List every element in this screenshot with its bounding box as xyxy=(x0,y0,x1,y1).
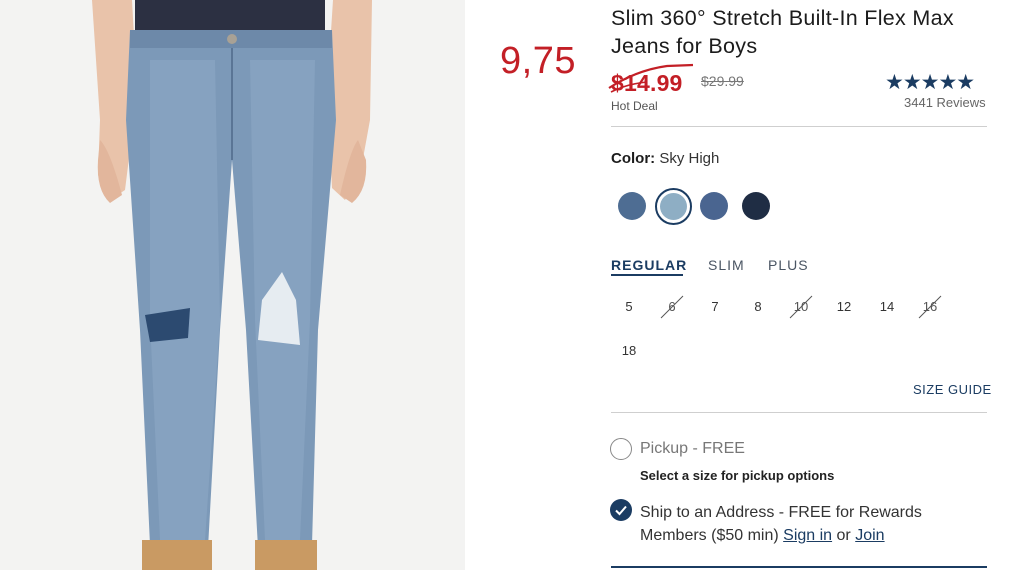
size-option[interactable]: 14 xyxy=(869,292,905,322)
swatch-mid-blue[interactable] xyxy=(700,192,728,220)
pickup-label[interactable]: Pickup - FREE xyxy=(640,440,745,458)
product-title: Slim 360° Stretch Built-In Flex Max Jean… xyxy=(611,6,954,58)
size-option[interactable]: 12 xyxy=(826,292,862,322)
price-row: $14.99 $29.99 xyxy=(608,63,744,97)
reviews-link[interactable]: 3441 Reviews xyxy=(904,95,986,110)
ship-to-address-option[interactable]: Ship to an Address - FREE for Rewards Me… xyxy=(640,501,980,547)
tab-slim[interactable]: SLIM xyxy=(708,257,745,273)
handwritten-price-note: 9,75 xyxy=(500,40,576,82)
color-label: Color: Sky High xyxy=(611,150,720,167)
divider xyxy=(611,412,987,413)
ship-radio-checked[interactable] xyxy=(610,499,632,521)
bottom-border xyxy=(611,566,987,568)
size-option[interactable]: 5 xyxy=(611,292,647,322)
product-image[interactable] xyxy=(0,0,465,570)
pickup-radio[interactable] xyxy=(610,438,632,460)
swatch-dark-rinse[interactable] xyxy=(742,192,770,220)
original-price: $29.99 xyxy=(701,73,744,89)
size-option[interactable]: 18 xyxy=(611,336,647,366)
size-guide-link[interactable]: SIZE GUIDE xyxy=(913,382,992,397)
strike-icon xyxy=(660,295,684,319)
size-option-unavailable[interactable]: 16 xyxy=(912,292,948,322)
color-value: Sky High xyxy=(659,150,720,167)
divider xyxy=(611,126,987,127)
join-link[interactable]: Join xyxy=(855,527,884,544)
tab-regular[interactable]: REGULAR xyxy=(611,257,687,273)
size-option-unavailable[interactable]: 10 xyxy=(783,292,819,322)
strike-icon xyxy=(918,295,942,319)
size-option[interactable]: 7 xyxy=(697,292,733,322)
size-option[interactable]: 8 xyxy=(740,292,776,322)
swatch-medium-wash[interactable] xyxy=(618,192,646,220)
pickup-note: Select a size for pickup options xyxy=(640,468,835,483)
active-tab-underline xyxy=(611,274,683,276)
sign-in-link[interactable]: Sign in xyxy=(783,527,832,544)
rating-stars-icon[interactable]: ★★★★★ xyxy=(885,70,975,95)
size-option-unavailable[interactable]: 6 xyxy=(654,292,690,322)
tab-plus[interactable]: PLUS xyxy=(768,257,809,273)
sale-price: $14.99 xyxy=(608,63,694,96)
hot-deal-label: Hot Deal xyxy=(611,99,658,113)
strike-icon xyxy=(789,295,813,319)
checkmark-icon xyxy=(615,505,627,516)
strikethrough-scribble xyxy=(608,63,694,93)
or-text: or xyxy=(836,527,851,544)
swatch-sky-high[interactable] xyxy=(660,193,687,220)
